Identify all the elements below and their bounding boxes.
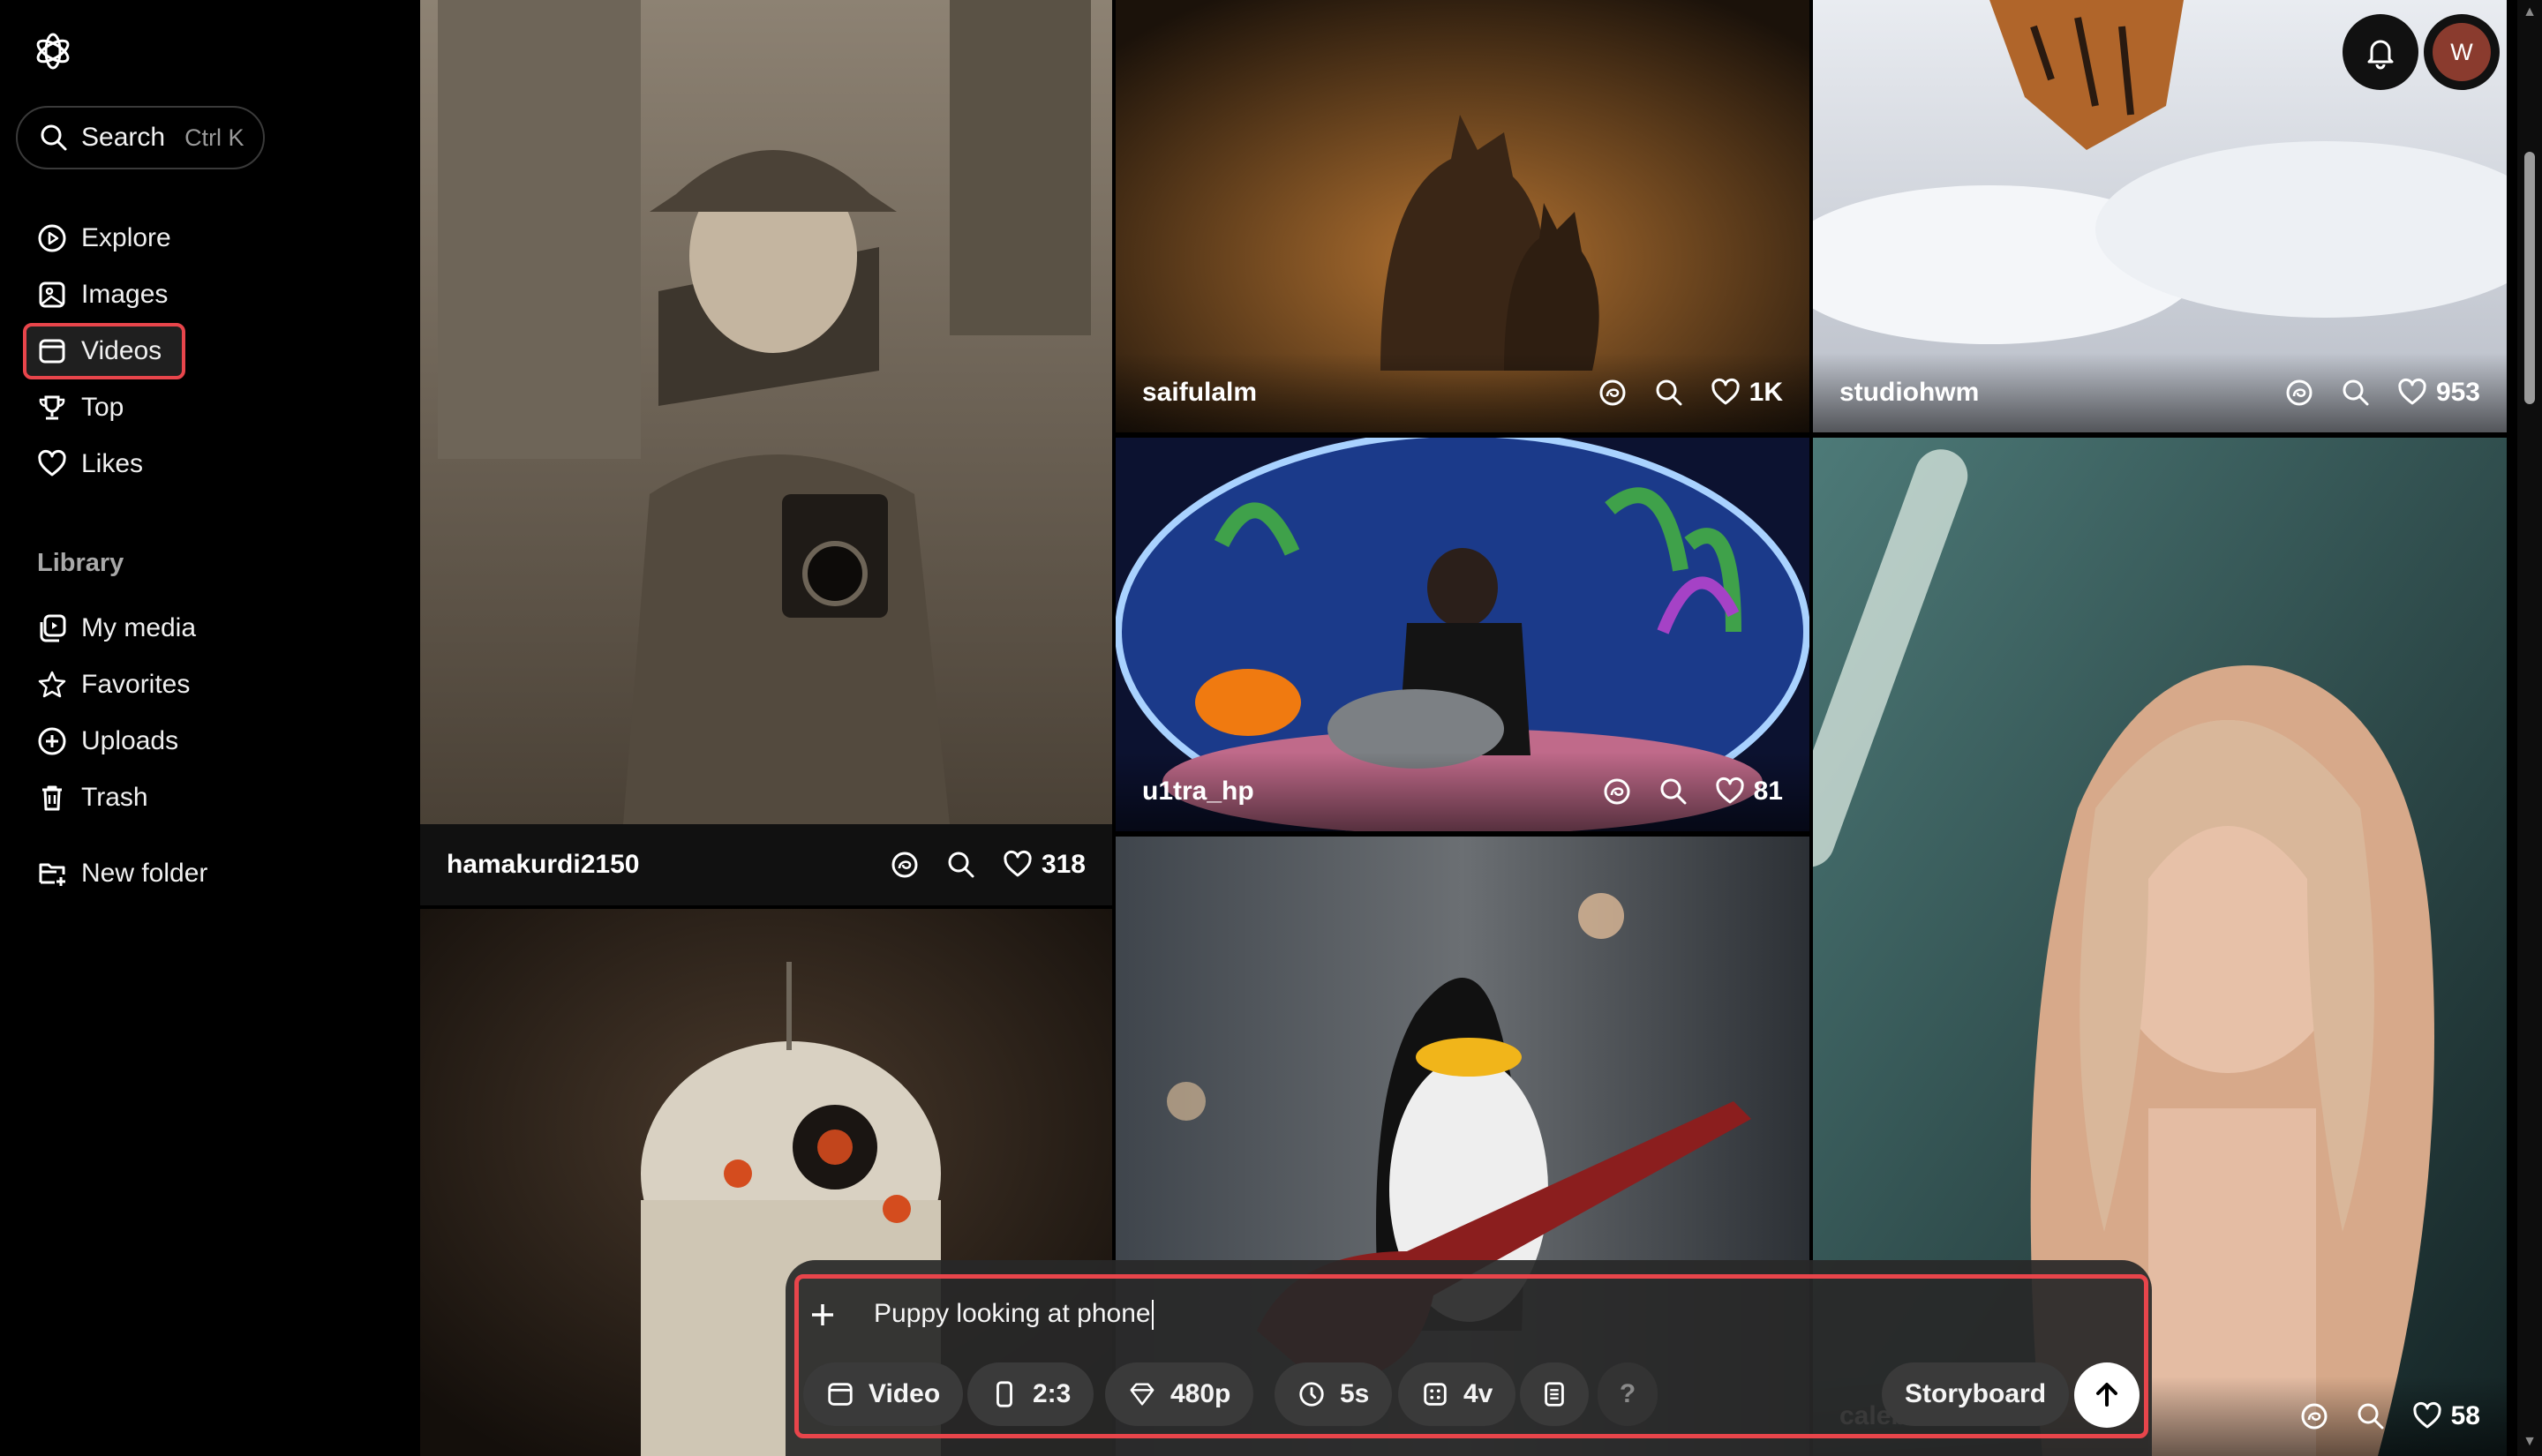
heart-icon — [38, 449, 66, 477]
like-button[interactable]: 953 — [2397, 378, 2480, 408]
remix-icon[interactable] — [2284, 378, 2314, 408]
tile-meta: hamakurdi2150 318 — [420, 824, 1112, 905]
trophy-icon — [39, 395, 65, 420]
new-folder-label: New folder — [81, 859, 208, 888]
search-label: Search — [81, 123, 166, 152]
heart-icon — [2412, 1401, 2442, 1431]
heart-icon — [1711, 378, 1741, 408]
feed-tile[interactable]: saifulalm 1K — [1116, 0, 1809, 432]
heart-icon — [1003, 850, 1033, 880]
library-my-media[interactable]: My media — [23, 600, 196, 657]
nav-explore-label: Explore — [81, 223, 171, 252]
heart-icon — [2397, 378, 2427, 408]
play-circle-icon — [38, 224, 66, 252]
scrollbar[interactable]: ▲ ▼ — [2517, 0, 2542, 1456]
media-icon — [40, 614, 66, 642]
like-button[interactable]: 318 — [1003, 850, 1086, 880]
feed-tile[interactable]: u1tra_hp 81 — [1116, 438, 1809, 831]
tile-username[interactable]: hamakurdi2150 — [447, 850, 890, 880]
library-favorites-label: Favorites — [81, 670, 191, 699]
tile-username[interactable]: studiohwm — [1839, 378, 2284, 408]
video-icon — [39, 339, 65, 364]
feed-tile[interactable]: hamakurdi2150 318 — [420, 0, 1112, 905]
nav-explore[interactable]: Explore — [23, 210, 171, 266]
image-icon — [39, 281, 65, 308]
sidebar: Search Ctrl K Explore Images Videos Top … — [0, 0, 420, 1456]
bell-icon — [2367, 40, 2394, 70]
new-folder-button[interactable]: New folder — [23, 845, 207, 902]
nav-images-label: Images — [81, 280, 169, 309]
library-trash-label: Trash — [81, 783, 148, 812]
like-count: 1K — [1749, 378, 1783, 407]
remix-icon[interactable] — [2299, 1401, 2329, 1431]
upload-icon — [38, 727, 66, 755]
notifications-button[interactable] — [2343, 14, 2418, 90]
like-count: 318 — [1041, 850, 1086, 879]
avatar: W — [2433, 23, 2491, 81]
remix-icon[interactable] — [890, 850, 920, 880]
scroll-up-icon[interactable]: ▲ — [2523, 5, 2537, 19]
search-icon[interactable] — [1654, 378, 1684, 408]
scroll-down-icon[interactable]: ▼ — [2523, 1435, 2537, 1449]
like-button[interactable]: 81 — [1715, 777, 1783, 807]
search-icon[interactable] — [946, 850, 976, 880]
search-icon[interactable] — [2356, 1401, 2386, 1431]
search-icon[interactable] — [1658, 777, 1688, 807]
library-favorites[interactable]: Favorites — [23, 657, 190, 713]
search-button[interactable]: Search Ctrl K — [16, 106, 265, 169]
search-icon[interactable] — [2341, 378, 2371, 408]
nav-top-label: Top — [81, 393, 124, 422]
tile-meta: saifulalm 1K — [1116, 353, 1809, 432]
nav-likes-label: Likes — [81, 449, 144, 478]
tile-username[interactable]: u1tra_hp — [1142, 777, 1602, 807]
avatar-button[interactable]: W — [2424, 14, 2500, 90]
tile-username[interactable]: saifulalm — [1142, 378, 1598, 408]
remix-icon[interactable] — [1602, 777, 1632, 807]
like-button[interactable]: 1K — [1711, 378, 1783, 408]
library-uploads[interactable]: Uploads — [23, 713, 178, 769]
star-icon — [38, 671, 66, 698]
heart-icon — [1715, 777, 1745, 807]
like-button[interactable]: 58 — [2412, 1401, 2480, 1431]
video-thumbnail — [420, 0, 1112, 824]
like-count: 58 — [2450, 1401, 2480, 1430]
nav-top[interactable]: Top — [23, 379, 124, 436]
library-uploads-label: Uploads — [81, 726, 179, 755]
nav-videos[interactable]: Videos — [23, 323, 185, 379]
folder-plus-icon — [39, 863, 65, 886]
nav-images[interactable]: Images — [23, 266, 168, 323]
nav-likes[interactable]: Likes — [23, 436, 143, 492]
library-my-media-label: My media — [81, 613, 197, 642]
library-trash[interactable]: Trash — [23, 769, 148, 826]
search-shortcut: Ctrl K — [184, 124, 244, 151]
search-icon — [41, 124, 67, 151]
scroll-thumb[interactable] — [2524, 152, 2535, 404]
composer-highlight — [794, 1274, 2148, 1438]
tile-meta: studiohwm 953 — [1813, 353, 2507, 432]
trash-icon — [42, 785, 62, 811]
openai-logo-icon[interactable] — [32, 30, 74, 72]
nav-videos-label: Videos — [81, 336, 162, 365]
like-count: 953 — [2435, 378, 2480, 407]
like-count: 81 — [1753, 777, 1783, 806]
tile-meta: u1tra_hp 81 — [1116, 752, 1809, 831]
remix-icon[interactable] — [1598, 378, 1628, 408]
library-heading: Library — [37, 549, 124, 577]
